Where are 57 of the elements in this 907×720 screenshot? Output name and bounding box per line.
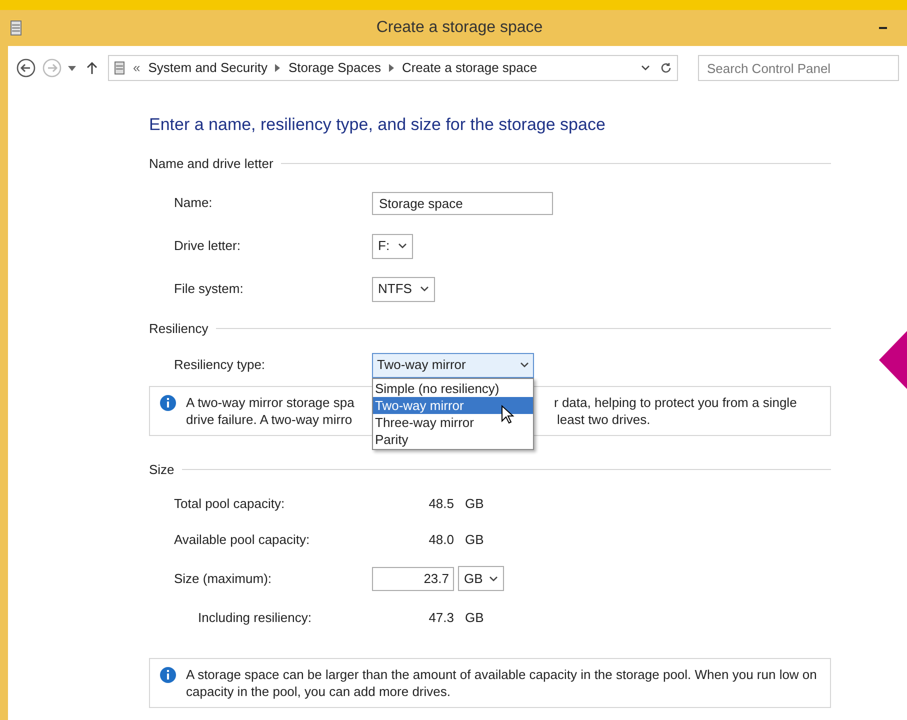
- capacity-value: 48.0: [428, 530, 454, 549]
- chevron-down-icon: [420, 286, 429, 292]
- breadcrumb-item[interactable]: Storage Spaces: [288, 58, 381, 78]
- back-icon[interactable]: [16, 58, 36, 78]
- info-text: least two drives.: [556, 410, 652, 428]
- section-title: Name and drive letter: [149, 154, 274, 173]
- field-label: Total pool capacity:: [174, 494, 286, 513]
- resiliency-dropdown[interactable]: Two-way mirror: [372, 352, 534, 378]
- section-title: Size: [149, 460, 174, 479]
- capacity-value: 48.5: [428, 494, 454, 513]
- app-icon: [10, 20, 22, 36]
- separator-arrow-icon: [275, 64, 280, 72]
- chevron-down-icon: [398, 243, 407, 249]
- control-panel-icon: [114, 61, 125, 75]
- search-field[interactable]: Search Control Panel: [698, 55, 899, 81]
- name-input[interactable]: Storage space: [372, 192, 553, 214]
- chevron-down-icon: [488, 576, 498, 582]
- diamond-marker: [879, 331, 907, 389]
- caret-icon[interactable]: [68, 66, 76, 70]
- section-title: Resiliency: [149, 320, 208, 338]
- unit-label: GB: [464, 530, 484, 549]
- dropdown[interactable]: F:: [372, 234, 413, 258]
- separator-arrow-icon: [388, 64, 394, 72]
- info-text: drive failure. A two-way mirro: [186, 410, 354, 428]
- overflow-chevrons[interactable]: «: [133, 58, 140, 78]
- breadcrumb-item[interactable]: Create a storage space: [402, 58, 538, 78]
- field-label: Drive letter:: [174, 237, 242, 256]
- field-label: File system:: [174, 280, 244, 298]
- chevron-down-icon: [520, 362, 529, 368]
- info-text: A storage space can be larger than the amount of available capacity in the storage pool. When you run low on capacity in the pool, you can add more drives.: [186, 666, 818, 700]
- dropdown[interactable]: NTFS: [372, 276, 435, 302]
- field-label: Name:: [174, 194, 214, 212]
- field-label: Size (maximum):: [174, 570, 273, 588]
- address-bar[interactable]: « System and Security Storage Spaces Create a storage space: [108, 55, 678, 81]
- page-heading: Enter a name, resiliency type, and size for the storage space: [149, 114, 606, 136]
- window-title: Create a storage space: [376, 18, 543, 38]
- field-label: Available pool capacity:: [174, 530, 311, 549]
- field-label: Resiliency type:: [174, 356, 266, 374]
- dropdown-option[interactable]: Two-way mirror: [373, 396, 533, 414]
- history-dropdown-icon: [641, 65, 650, 71]
- info-icon: [160, 394, 176, 410]
- info-text: A two-way mirror storage spa: [186, 394, 356, 410]
- refresh-icon[interactable]: [660, 62, 672, 74]
- capacity-value: 47.3: [428, 608, 454, 627]
- dropdown-option[interactable]: Three-way mirror: [373, 414, 533, 430]
- unit-dropdown[interactable]: GB: [458, 566, 504, 591]
- breadcrumb-item[interactable]: System and Security: [148, 58, 268, 78]
- up-arrow-icon[interactable]: [86, 61, 98, 75]
- info-text: r data, helping to protect you from a single: [554, 394, 797, 410]
- field-label: Including resiliency:: [198, 608, 312, 627]
- unit-label: GB: [464, 608, 484, 627]
- mouse-cursor-icon: [501, 404, 515, 424]
- dropdown-option[interactable]: Simple (no resiliency): [373, 380, 533, 396]
- info-icon: [160, 666, 176, 682]
- size-input[interactable]: 23.7: [372, 566, 454, 590]
- unit-label: GB: [464, 494, 484, 513]
- dropdown-option[interactable]: Parity: [373, 430, 533, 448]
